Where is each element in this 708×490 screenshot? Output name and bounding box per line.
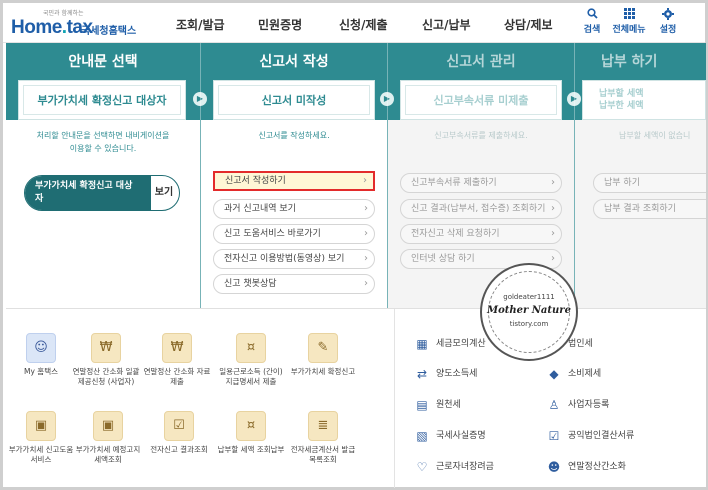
top-header: 국민과 함께하는 Home.tax 국세청홈택스 조회/발급 민원증명 신청/제…: [3, 3, 705, 43]
guide-status-box: 부가가치세 확정신고 대상자: [18, 80, 186, 120]
monitor-icon: ▣: [26, 411, 56, 441]
shortcut-area: ☺ My 홈택스 ₩ 연말정산 간소화 일괄제공신청 (사업자) ₩ 연말정산 …: [6, 308, 706, 488]
report-result-button[interactable]: 신고 결과(납부서, 접수증) 조회하기 ›: [400, 199, 562, 219]
heart-hand-icon: ♡: [416, 459, 428, 474]
pay-status-box: 납부할 세액 납부한 세액: [582, 80, 706, 120]
withholding-tax-link[interactable]: ▤ 원천세: [414, 396, 461, 414]
past-reports-button[interactable]: 과거 신고내역 보기 ›: [213, 199, 375, 219]
guide-pill-label: 부가가치세 확정신고 대상 자: [25, 176, 151, 210]
submit-attachments-button[interactable]: 신고부속서류 제출하기 ›: [400, 173, 562, 193]
view-button[interactable]: 보기: [149, 176, 179, 210]
tile-e-report-result[interactable]: ☑ 전자신고 결과조회: [144, 411, 214, 455]
chatbot-button[interactable]: 신고 챗봇상담 ›: [213, 274, 375, 294]
tile-daily-wage[interactable]: ¤ 일용근로소득 (간이)지급명세서 제출: [216, 333, 286, 387]
tile-vat-notice[interactable]: ▣ 부가가치세 예정고지 세액조회: [73, 411, 143, 465]
chevron-right-icon: ›: [551, 203, 555, 214]
document-list-icon: ≣: [308, 411, 338, 441]
chevron-right-icon: ›: [364, 253, 368, 264]
watermark-seal: goldeater1111 Mother Nature tistory.com: [480, 263, 578, 361]
gear-icon: [651, 8, 685, 22]
search-icon: [575, 8, 609, 22]
report-help-button[interactable]: 신고 도움서비스 바로가기 ›: [213, 224, 375, 244]
step-description: 신고부속서류를 제출하세요.: [434, 131, 528, 140]
step-title: 신고서 작성: [259, 54, 329, 70]
tile-yearend-submit[interactable]: ₩ 연말정산 간소화 자료제출: [142, 333, 212, 387]
coin-document-icon: ¤: [236, 333, 266, 363]
diamond-icon: ◆: [549, 366, 559, 381]
step-title: 납부 하기: [601, 54, 658, 70]
worker-incentive-link[interactable]: ♡ 근로자녀장려금: [414, 458, 494, 476]
money-bag-icon: ₩: [162, 333, 192, 363]
money-bag-icon: ₩: [91, 333, 121, 363]
nav-application[interactable]: 신청/제출: [339, 16, 388, 33]
tile-my-hometax[interactable]: ☺ My 홈택스: [6, 333, 76, 377]
tile-vat-final[interactable]: ✎ 부가가치세 확정신고: [288, 333, 358, 377]
nav-report-pay[interactable]: 신고/납부: [422, 16, 471, 33]
person-outline-icon: ♙: [548, 397, 560, 412]
guide-select-pill[interactable]: 부가가치세 확정신고 대상 자 보기: [24, 175, 180, 211]
hometax-logo[interactable]: 국민과 함께하는 Home.tax 국세청홈택스: [9, 8, 137, 40]
tile-vat-help[interactable]: ▣ 부가가치세 신고도움 서비스: [6, 411, 76, 465]
report-navigation-panel: 안내문 선택 부가가치세 확정신고 대상자 처리할 안내문을 선택하면 내비게이…: [6, 43, 706, 308]
pay-button[interactable]: 납부 하기: [593, 173, 706, 193]
chevron-right-icon: ›: [551, 228, 555, 239]
transfer-tax-link[interactable]: ⇄ 양도소득세: [414, 365, 477, 383]
consumption-tax-link[interactable]: ◆ 소비제세: [546, 365, 601, 383]
person-icon: ☺: [26, 333, 56, 363]
checklist-icon: ☑: [164, 411, 194, 441]
nav-certificate[interactable]: 민원증명: [258, 16, 302, 33]
public-corp-docs-link[interactable]: ☑ 공익법인결산서류: [546, 427, 635, 445]
nav-inquiry[interactable]: 조회/발급: [176, 16, 225, 33]
chevron-right-icon: ›: [364, 203, 368, 214]
withholding-icon: ▤: [416, 397, 428, 412]
tax-simulation-link[interactable]: ▦ 세금모의계산: [414, 335, 485, 353]
chevron-right-icon: ›: [364, 228, 368, 239]
all-menu-tool[interactable]: 전체메뉴: [612, 8, 646, 35]
business-registration-link[interactable]: ♙ 사업자등록: [546, 396, 610, 414]
logo-subtitle: 국세청홈택스: [81, 26, 137, 37]
step-description: 납부할 세액이 없습니: [619, 131, 691, 140]
step-write-report: 신고서 작성 신고서 미작성 신고서를 작성하세요. 신고서 작성하기 › 과거 …: [201, 43, 387, 308]
how-to-video-button[interactable]: 전자신고 이용방법(동영상) 보기 ›: [213, 249, 375, 269]
pay-result-button[interactable]: 납부 결과 조회하기: [593, 199, 706, 219]
step-description: 처리할 안내문을 선택하면 내비게이션을 이용할 수 있습니다.: [36, 131, 170, 153]
manage-status-box: 신고부속서류 미제출: [400, 80, 562, 120]
chevron-right-icon: ›: [363, 175, 367, 186]
chevron-right-icon: ›: [551, 177, 555, 188]
tile-e-invoice[interactable]: ≣ 전자세금계산서 발급목록조회: [288, 411, 358, 465]
tax-certificate-link[interactable]: ▧ 국세사실증명: [414, 427, 485, 445]
settings-tool[interactable]: 설정: [651, 8, 685, 35]
grid-menu-icon: [612, 8, 646, 22]
step-title: 안내문 선택: [68, 54, 138, 70]
coin-document-icon: ¤: [236, 411, 266, 441]
write-report-button[interactable]: 신고서 작성하기 ›: [213, 171, 375, 191]
certificate-icon: ▧: [416, 428, 428, 443]
delete-request-button[interactable]: 전자신고 삭제 요청하기 ›: [400, 224, 562, 244]
people-icon: ☻: [547, 459, 561, 474]
tile-yearend-bulk[interactable]: ₩ 연말정산 간소화 일괄제공신청 (사업자): [71, 333, 141, 387]
clipboard-icon: ☑: [548, 428, 560, 443]
monitor-icon: ▣: [93, 411, 123, 441]
nav-consult[interactable]: 상담/제보: [504, 16, 553, 33]
step-description: 신고서를 작성하세요.: [258, 131, 330, 140]
vat-document-icon: ✎: [308, 333, 338, 363]
transfer-icon: ⇄: [416, 366, 428, 381]
write-status-box: 신고서 미작성: [213, 80, 375, 120]
tile-tax-payment[interactable]: ¤ 납부할 세액 조회납부: [216, 411, 286, 455]
yearend-simple-link[interactable]: ☻ 연말정산간소화: [546, 458, 626, 476]
chevron-right-icon: ›: [551, 253, 555, 264]
calculator-icon: ▦: [416, 336, 428, 351]
step-guide-select: 안내문 선택 부가가치세 확정신고 대상자 처리할 안내문을 선택하면 내비게이…: [6, 43, 200, 308]
chevron-right-icon: ›: [364, 278, 368, 289]
step-title: 신고서 관리: [446, 54, 516, 70]
search-tool[interactable]: 검색: [575, 8, 609, 35]
logo-tagline: 국민과 함께하는: [43, 10, 84, 17]
